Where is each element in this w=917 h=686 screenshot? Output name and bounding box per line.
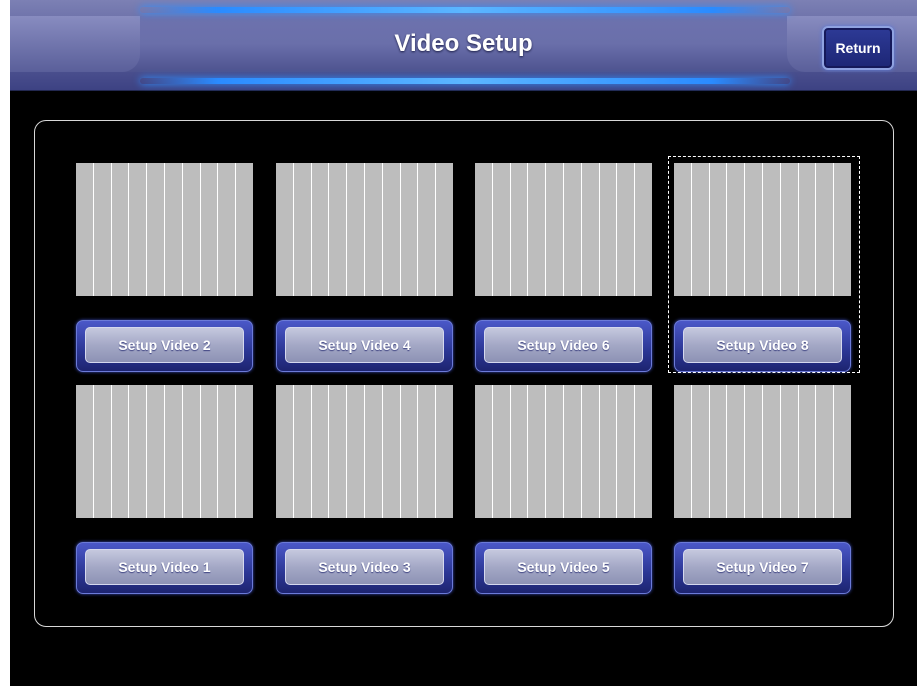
preview-stripe xyxy=(236,163,253,296)
preview-stripe xyxy=(76,385,94,518)
setup-video-3-label: Setup Video 3 xyxy=(285,549,444,585)
preview-stripe xyxy=(528,163,547,296)
preview-stripe xyxy=(218,385,237,518)
preview-stripe xyxy=(762,385,781,518)
preview-stripe xyxy=(563,385,582,518)
preview-stripe xyxy=(418,385,437,518)
header-glow-top xyxy=(140,7,790,13)
preview-stripe xyxy=(164,385,183,518)
setup-video-5-label: Setup Video 5 xyxy=(484,549,643,585)
setup-video-4-label: Setup Video 4 xyxy=(285,327,444,363)
preview-stripe xyxy=(200,385,219,518)
preview-stripe xyxy=(147,163,165,296)
preview-stripe xyxy=(111,385,130,518)
preview-stripe xyxy=(311,385,330,518)
preview-stripe xyxy=(93,163,112,296)
preview-stripe xyxy=(492,163,511,296)
preview-stripe xyxy=(382,163,401,296)
preview-stripe xyxy=(546,385,564,518)
preview-stripe xyxy=(599,385,618,518)
header-bar: Video Setup Return xyxy=(10,0,917,91)
preview-stripe xyxy=(93,385,112,518)
preview-stripe xyxy=(147,385,165,518)
preview-stripe xyxy=(546,163,564,296)
preview-stripe xyxy=(329,163,348,296)
preview-stripe xyxy=(674,385,692,518)
setup-video-1-button[interactable]: Setup Video 1 xyxy=(76,542,253,594)
preview-stripe xyxy=(382,385,401,518)
preview-stripe xyxy=(691,385,710,518)
preview-stripe xyxy=(182,385,201,518)
preview-stripe xyxy=(347,385,365,518)
video-preview-7[interactable] xyxy=(674,385,851,518)
video-preview-6[interactable] xyxy=(475,163,652,296)
page-title: Video Setup xyxy=(394,30,533,57)
preview-stripe xyxy=(436,385,453,518)
preview-stripe xyxy=(129,385,148,518)
preview-stripe xyxy=(581,163,600,296)
setup-video-3-button[interactable]: Setup Video 3 xyxy=(276,542,453,594)
preview-stripe xyxy=(364,385,383,518)
preview-stripe xyxy=(182,163,201,296)
video-preview-5[interactable] xyxy=(475,385,652,518)
preview-stripe xyxy=(129,163,148,296)
preview-stripe xyxy=(311,163,330,296)
preview-stripe xyxy=(798,385,817,518)
preview-stripe xyxy=(400,385,419,518)
preview-stripe xyxy=(347,163,365,296)
preview-stripe xyxy=(599,163,618,296)
preview-stripe xyxy=(76,163,94,296)
preview-stripe xyxy=(475,163,493,296)
preview-stripe xyxy=(563,163,582,296)
preview-stripe xyxy=(276,385,294,518)
preview-stripe xyxy=(111,163,130,296)
preview-stripe xyxy=(834,385,851,518)
preview-stripe xyxy=(236,385,253,518)
return-button[interactable]: Return xyxy=(822,26,894,70)
setup-video-6-label: Setup Video 6 xyxy=(484,327,643,363)
setup-video-5-button[interactable]: Setup Video 5 xyxy=(475,542,652,594)
preview-stripe xyxy=(617,163,636,296)
preview-stripe xyxy=(200,163,219,296)
preview-stripe xyxy=(492,385,511,518)
preview-stripe xyxy=(510,385,529,518)
setup-video-2-button[interactable]: Setup Video 2 xyxy=(76,320,253,372)
preview-stripe xyxy=(745,385,763,518)
focus-indicator xyxy=(668,156,860,373)
setup-video-7-button[interactable]: Setup Video 7 xyxy=(674,542,851,594)
preview-stripe xyxy=(293,385,312,518)
preview-stripe xyxy=(218,163,237,296)
video-preview-1[interactable] xyxy=(76,385,253,518)
header-glow-bottom xyxy=(140,78,790,84)
preview-stripe xyxy=(617,385,636,518)
video-preview-4[interactable] xyxy=(276,163,453,296)
preview-stripe xyxy=(709,385,728,518)
video-preview-2[interactable] xyxy=(76,163,253,296)
preview-stripe xyxy=(164,163,183,296)
preview-stripe xyxy=(581,385,600,518)
preview-stripe xyxy=(364,163,383,296)
preview-stripe xyxy=(635,163,652,296)
preview-stripe xyxy=(528,385,547,518)
preview-stripe xyxy=(400,163,419,296)
preview-stripe xyxy=(329,385,348,518)
preview-stripe xyxy=(418,163,437,296)
preview-stripe xyxy=(780,385,799,518)
video-setup-screen: Video Setup Return Setup Video 2 Setup V… xyxy=(10,0,917,686)
video-preview-3[interactable] xyxy=(276,385,453,518)
setup-video-4-button[interactable]: Setup Video 4 xyxy=(276,320,453,372)
preview-stripe xyxy=(635,385,652,518)
setup-video-2-label: Setup Video 2 xyxy=(85,327,244,363)
setup-video-6-button[interactable]: Setup Video 6 xyxy=(475,320,652,372)
setup-video-1-label: Setup Video 1 xyxy=(85,549,244,585)
preview-stripe xyxy=(436,163,453,296)
preview-stripe xyxy=(727,385,746,518)
preview-stripe xyxy=(293,163,312,296)
preview-stripe xyxy=(816,385,835,518)
preview-stripe xyxy=(276,163,294,296)
setup-video-7-label: Setup Video 7 xyxy=(683,549,842,585)
preview-stripe xyxy=(475,385,493,518)
preview-stripe xyxy=(510,163,529,296)
